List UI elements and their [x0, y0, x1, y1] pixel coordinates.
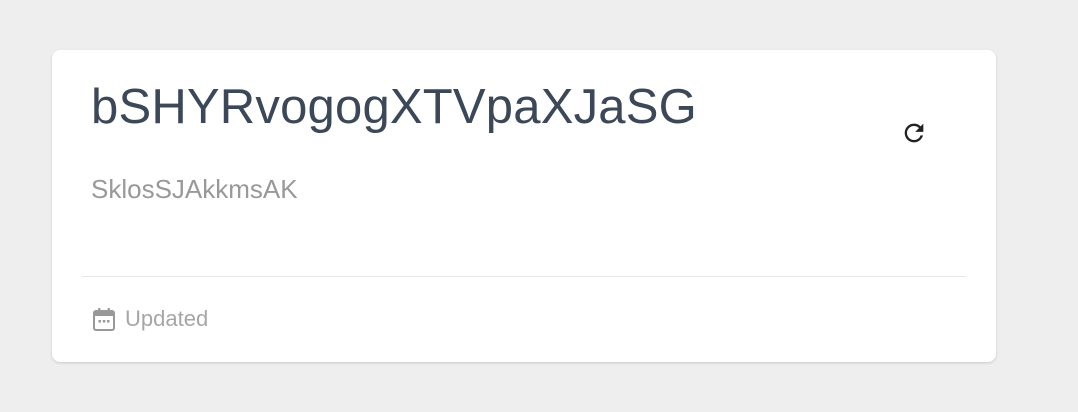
stats-card: bSHYRvogogXTVpaXJaSG SklosSJAkkmsAK Upda… [52, 50, 996, 362]
footer-updated-text: Updated [125, 306, 209, 332]
card-title: bSHYRvogogXTVpaXJaSG [91, 80, 697, 134]
refresh-icon [900, 119, 928, 147]
card-subtitle: SklosSJAkkmsAK [91, 174, 298, 204]
calendar-icon [91, 306, 117, 333]
card-footer: Updated [91, 306, 208, 333]
card-divider [82, 276, 966, 277]
refresh-button[interactable] [896, 115, 932, 151]
